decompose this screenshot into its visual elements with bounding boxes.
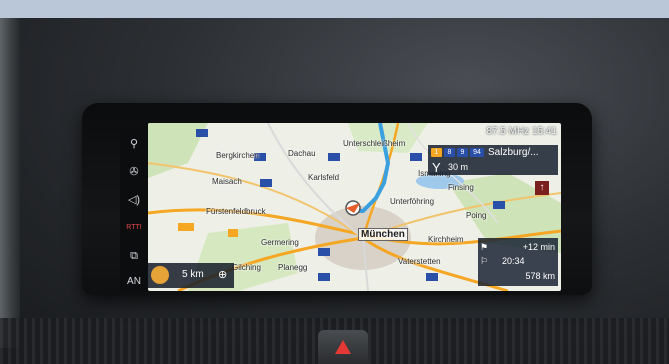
book-icon[interactable]: ⧉ xyxy=(123,246,145,266)
map-label-gilching: Gilching xyxy=(232,263,261,272)
map-label-furstenfeldbruck: Fürstenfeldbruck xyxy=(206,207,266,216)
lane-shield-1: 1 xyxy=(431,148,442,157)
destination-label: Salzburg/... xyxy=(488,147,539,158)
rtti-button[interactable]: RTTI xyxy=(123,218,145,238)
menu-rail: ⚲ ✇ ◁) RTTI ⧉ AN xyxy=(120,128,148,292)
lane-shield-8: 8 xyxy=(444,148,455,157)
guidance-panel[interactable]: 1 8 9 94 Salzburg/... Y 30 m xyxy=(428,145,558,175)
map-label-kirchheim: Kirchheim xyxy=(428,235,464,244)
map-label-maisach: Maisach xyxy=(212,177,242,186)
lane-shield-9: 9 xyxy=(457,148,468,157)
lane-shield-94: 94 xyxy=(470,148,484,157)
scale-value: 5 km xyxy=(182,269,204,280)
arrival-time: 20:34 xyxy=(502,256,525,266)
speaker-icon[interactable]: ◁) xyxy=(123,190,145,210)
next-turn-arrow-icon: ↑ xyxy=(535,181,549,195)
turn-distance: 30 m xyxy=(448,162,469,172)
status-bar: 87.5 MHz 15:41 xyxy=(486,126,557,137)
hazard-button[interactable] xyxy=(318,330,368,364)
map-scale-panel[interactable]: 5 km ⊕ xyxy=(148,263,234,288)
map-label-planegg: Planegg xyxy=(278,263,308,272)
map-label-finsing: Finsing xyxy=(448,183,474,192)
traffic-icon: ⚑ xyxy=(480,242,489,252)
map-label-germering: Germering xyxy=(261,238,299,247)
map-label-vaterstetten: Vaterstetten xyxy=(398,257,441,266)
remaining-distance: 578 km xyxy=(525,271,555,281)
map-label-bergkirchen: Bergkirchen xyxy=(216,151,259,160)
hazard-triangle-icon xyxy=(335,340,351,354)
map-label-karlsfeld: Karlsfeld xyxy=(308,173,340,182)
arrival-panel: ⚑ +12 min ⚐ 20:34 578 km xyxy=(478,238,558,286)
map-label-dachau: Dachau xyxy=(288,149,316,158)
compass-icon[interactable]: ✇ xyxy=(123,162,145,182)
flag-icon: ⚐ xyxy=(480,256,489,266)
clock: 15:41 xyxy=(531,126,557,137)
fork-right-icon: Y xyxy=(432,160,441,175)
map-icon[interactable]: ⚲ xyxy=(123,134,145,154)
map-label-unterschleissheim: Unterschleißheim xyxy=(343,139,406,148)
compass-north-icon[interactable]: ⊕ xyxy=(218,268,227,281)
sky-strip xyxy=(0,0,669,18)
zoom-knob-icon[interactable] xyxy=(151,266,169,284)
map-label-poing: Poing xyxy=(466,211,487,220)
radio-frequency: 87.5 MHz xyxy=(486,126,530,137)
map-label-unterfohring: Unterföhring xyxy=(390,197,435,206)
an-button[interactable]: AN xyxy=(123,272,145,292)
door-panel xyxy=(0,18,20,348)
map-label-munchen: München xyxy=(358,228,408,241)
car-dashboard-scene: ⚲ ✇ ◁) RTTI ⧉ AN Bergkirchen Dachau Unte… xyxy=(0,0,669,364)
delay-text: +12 min xyxy=(522,242,555,252)
